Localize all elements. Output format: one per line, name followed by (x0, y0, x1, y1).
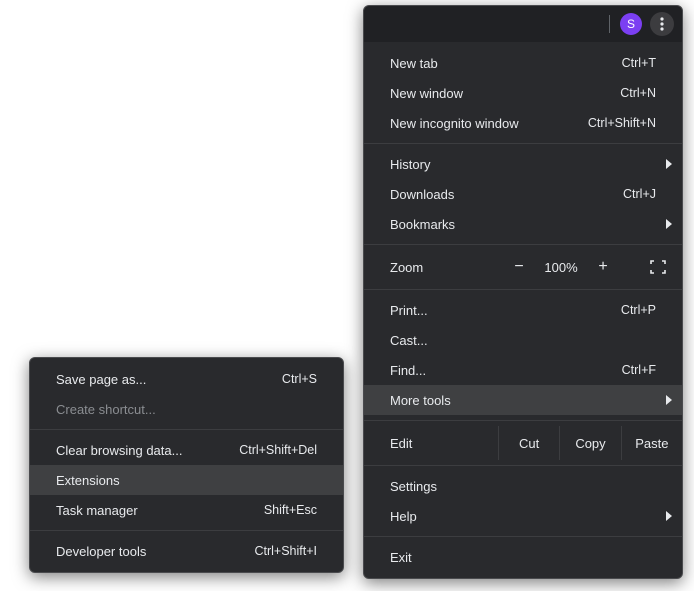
label: Exit (390, 550, 412, 565)
submenu-item-extensions[interactable]: Extensions (30, 465, 343, 495)
submenu-item-clear-data[interactable]: Clear browsing data... Ctrl+Shift+Del (30, 435, 343, 465)
label: Print... (390, 303, 428, 318)
label: New tab (390, 56, 438, 71)
edit-row: Edit Cut Copy Paste (364, 426, 682, 460)
menu-separator (364, 289, 682, 290)
menu-item-more-tools[interactable]: More tools (364, 385, 682, 415)
menu-separator (364, 143, 682, 144)
shortcut: Ctrl+Shift+N (588, 116, 656, 130)
shortcut: Ctrl+T (622, 56, 656, 70)
menu-item-incognito[interactable]: New incognito window Ctrl+Shift+N (364, 108, 682, 138)
shortcut: Shift+Esc (264, 503, 317, 517)
shortcut: Ctrl+Shift+I (254, 544, 317, 558)
label: Find... (390, 363, 426, 378)
menu-item-new-tab[interactable]: New tab Ctrl+T (364, 48, 682, 78)
submenu-item-developer-tools[interactable]: Developer tools Ctrl+Shift+I (30, 536, 343, 566)
menu-separator (364, 536, 682, 537)
menu-item-exit[interactable]: Exit (364, 542, 682, 572)
menu-separator (30, 530, 343, 531)
menu-separator (364, 465, 682, 466)
cut-button[interactable]: Cut (498, 426, 559, 460)
submenu-item-save-page[interactable]: Save page as... Ctrl+S (30, 364, 343, 394)
menu-item-settings[interactable]: Settings (364, 471, 682, 501)
zoom-value: 100% (536, 260, 586, 275)
chrome-main-menu: S New tab Ctrl+T New window Ctrl+N New i… (363, 5, 683, 579)
label: More tools (390, 393, 451, 408)
menu-separator (364, 244, 682, 245)
kebab-menu-icon[interactable] (650, 12, 674, 36)
label: New incognito window (390, 116, 519, 131)
shortcut: Ctrl+Shift+Del (239, 443, 317, 457)
profile-avatar[interactable]: S (620, 13, 642, 35)
label: Help (390, 509, 417, 524)
copy-button[interactable]: Copy (559, 426, 620, 460)
label: Downloads (390, 187, 454, 202)
shortcut: Ctrl+F (622, 363, 656, 377)
shortcut: Ctrl+S (282, 372, 317, 386)
browser-toolbar-right: S (364, 6, 682, 42)
menu-separator (364, 420, 682, 421)
shortcut: Ctrl+P (621, 303, 656, 317)
menu-item-new-window[interactable]: New window Ctrl+N (364, 78, 682, 108)
edit-label: Edit (364, 436, 498, 451)
label: Create shortcut... (56, 402, 156, 417)
submenu-item-task-manager[interactable]: Task manager Shift+Esc (30, 495, 343, 525)
menu-item-print[interactable]: Print... Ctrl+P (364, 295, 682, 325)
zoom-row: Zoom − 100% + (364, 250, 682, 284)
menu-item-downloads[interactable]: Downloads Ctrl+J (364, 179, 682, 209)
menu-item-help[interactable]: Help (364, 501, 682, 531)
zoom-in-button[interactable]: + (586, 259, 620, 275)
shortcut: Ctrl+J (623, 187, 656, 201)
label: Clear browsing data... (56, 443, 182, 458)
submenu-arrow-icon (666, 395, 672, 405)
label: Cast... (390, 333, 428, 348)
menu-item-bookmarks[interactable]: Bookmarks (364, 209, 682, 239)
more-tools-submenu: Save page as... Ctrl+S Create shortcut..… (29, 357, 344, 573)
shortcut: Ctrl+N (620, 86, 656, 100)
menu-separator (30, 429, 343, 430)
zoom-label: Zoom (364, 260, 502, 275)
fullscreen-icon[interactable] (634, 260, 682, 274)
menu-item-find[interactable]: Find... Ctrl+F (364, 355, 682, 385)
label: History (390, 157, 430, 172)
toolbar-divider (609, 15, 610, 33)
label: Extensions (56, 473, 120, 488)
avatar-initial: S (627, 17, 635, 31)
zoom-out-button[interactable]: − (502, 259, 536, 275)
submenu-arrow-icon (666, 219, 672, 229)
submenu-arrow-icon (666, 511, 672, 521)
main-menu-body: New tab Ctrl+T New window Ctrl+N New inc… (364, 42, 682, 578)
label: Task manager (56, 503, 138, 518)
menu-item-cast[interactable]: Cast... (364, 325, 682, 355)
menu-item-history[interactable]: History (364, 149, 682, 179)
submenu-arrow-icon (666, 159, 672, 169)
label: Save page as... (56, 372, 146, 387)
submenu-item-create-shortcut: Create shortcut... (30, 394, 343, 424)
label: Developer tools (56, 544, 146, 559)
label: Bookmarks (390, 217, 455, 232)
label: Settings (390, 479, 437, 494)
paste-button[interactable]: Paste (621, 426, 682, 460)
label: New window (390, 86, 463, 101)
